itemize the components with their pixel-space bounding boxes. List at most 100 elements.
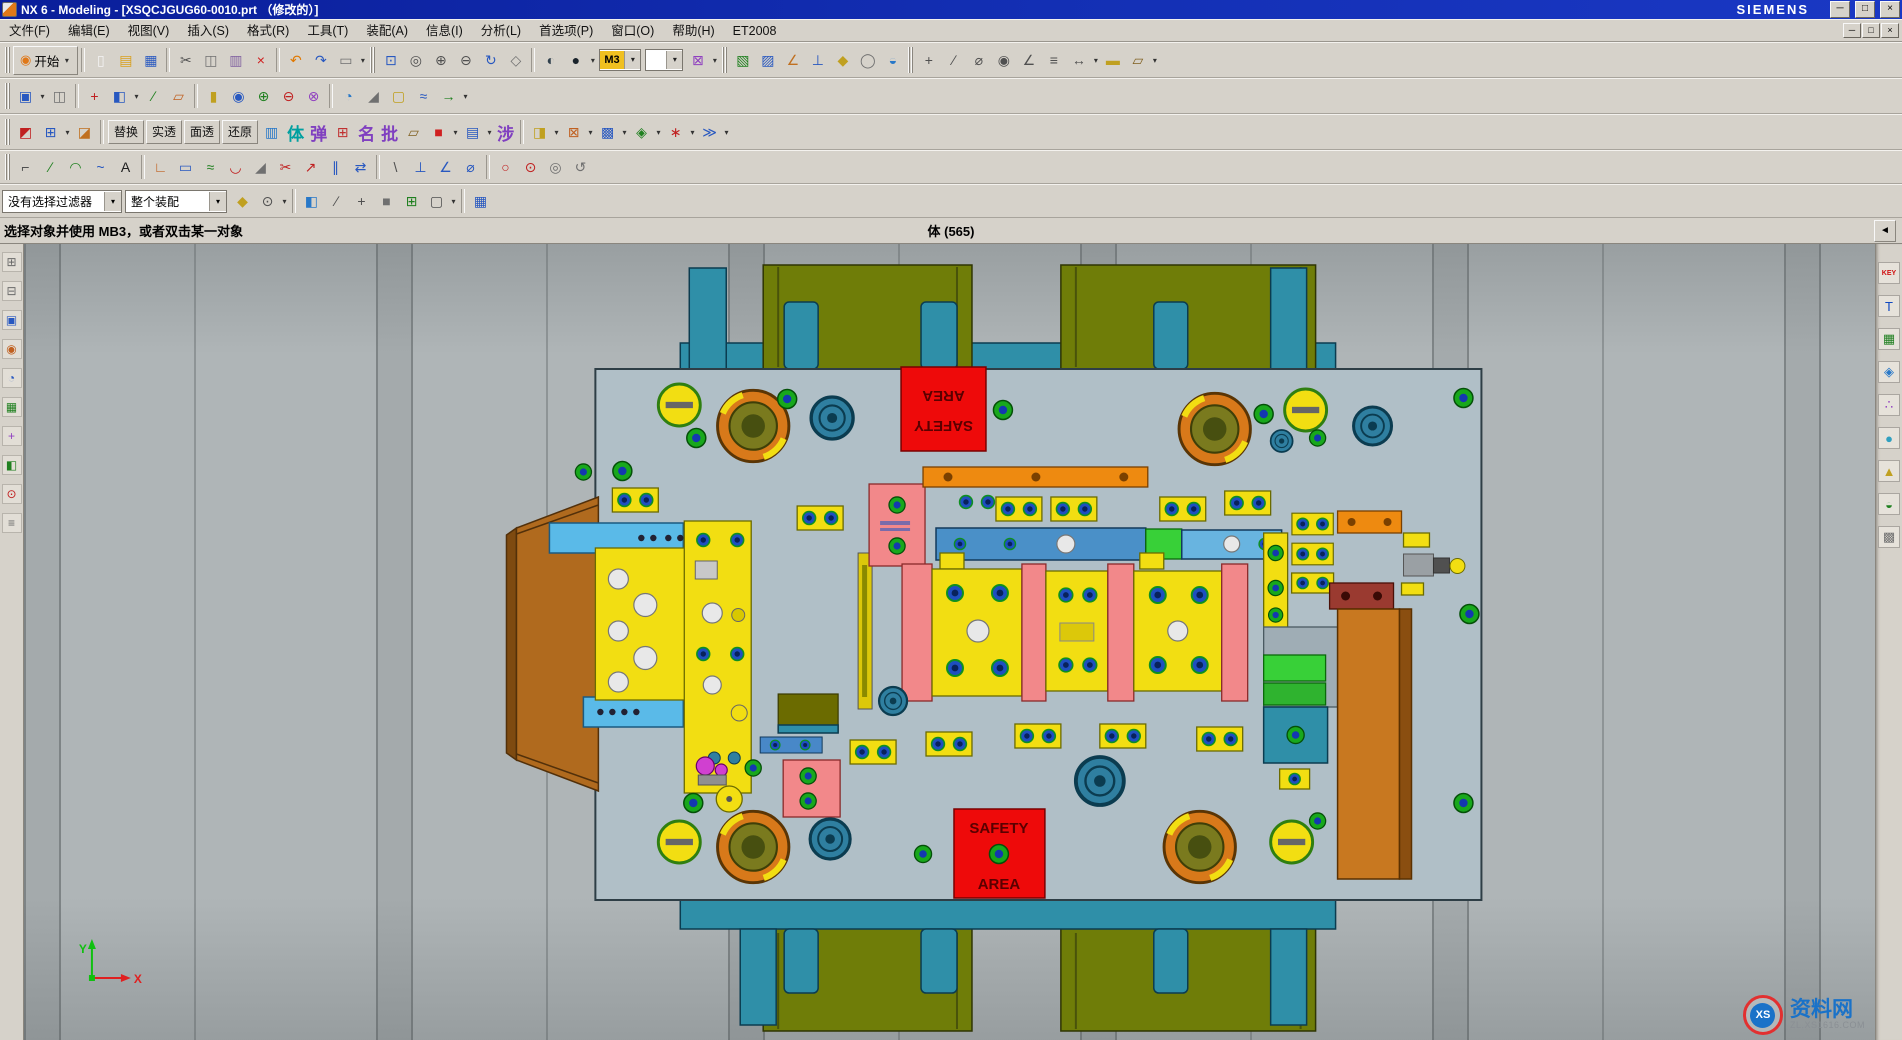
chevron-down-icon[interactable]: ▾ (104, 192, 121, 211)
menu-tools[interactable]: 工具(T) (298, 21, 357, 41)
magnet-icon[interactable]: ⊙ (255, 187, 280, 215)
menu-assemblies[interactable]: 装配(A) (357, 21, 417, 41)
safety-area-bottom[interactable]: SAFETY AREA (954, 809, 1045, 898)
cam-slide-bars[interactable] (936, 528, 1282, 560)
cone-icon[interactable]: ▲ (1878, 460, 1900, 482)
palettes-icon[interactable]: ≡ (2, 513, 22, 533)
shaded-view-icon[interactable]: ◐ (538, 46, 563, 74)
left-punch-plate[interactable] (595, 548, 687, 700)
cut-icon[interactable]: ✂ (173, 46, 198, 74)
refresh-sketch-icon[interactable]: ↺ (568, 153, 593, 181)
menu-window[interactable]: 窗口(O) (602, 21, 663, 41)
chevron-down-icon[interactable]: ▾ (722, 128, 731, 137)
snap-endpoint-icon[interactable]: ∕ (941, 46, 966, 74)
reuse-library-icon[interactable]: ◉ (2, 339, 22, 359)
orange-riser-block[interactable] (1338, 609, 1412, 879)
lock-icon[interactable]: ⊠ (561, 118, 586, 146)
template-icon[interactable]: T (1878, 295, 1900, 317)
measure-icon[interactable]: ↔ (1066, 46, 1091, 74)
view-layout-combo[interactable]: M3▾ (599, 49, 641, 71)
graphics-window[interactable]: SAFETY AREA SAFETY AREA Y (24, 244, 1875, 1040)
diameter-dimension-icon[interactable]: ⌀ (458, 153, 483, 181)
toolbar-grip[interactable] (5, 119, 10, 145)
select-vertex-icon[interactable]: + (349, 187, 374, 215)
chevron-down-icon[interactable]: ▾ (280, 197, 289, 206)
wade-tool-button[interactable]: 涉 (494, 120, 517, 145)
chevron-down-icon[interactable]: ▾ (654, 128, 663, 137)
zoom-out-icon[interactable]: ⊖ (453, 46, 478, 74)
text-icon[interactable]: A (113, 153, 138, 181)
perspective-icon[interactable]: ◇ (503, 46, 528, 74)
snap-angle-icon[interactable]: ∠ (1016, 46, 1041, 74)
roles-icon[interactable]: ⊙ (2, 484, 22, 504)
show-hide-icon[interactable]: ◯ (855, 46, 880, 74)
red-grid-icon[interactable]: ⊞ (330, 118, 355, 146)
sketch-icon[interactable]: ▱ (166, 82, 191, 110)
subtract-icon[interactable]: ⊖ (276, 82, 301, 110)
chevron-down-icon[interactable]: ▾ (38, 92, 47, 101)
chevron-down-icon[interactable]: ▾ (451, 128, 460, 137)
chevron-down-icon[interactable]: ▾ (688, 128, 697, 137)
menu-help[interactable]: 帮助(H) (663, 21, 723, 41)
spring-tool-button[interactable]: 弹 (307, 120, 330, 145)
snap-center-icon[interactable]: ⌀ (966, 46, 991, 74)
sphere-icon[interactable]: ● (1878, 427, 1900, 449)
offset-icon[interactable]: ∥ (323, 153, 348, 181)
annotation-icon[interactable]: ▱ (1125, 46, 1150, 74)
move-object-icon[interactable]: → (436, 82, 461, 110)
chevron-down-icon[interactable]: ▾ (588, 56, 597, 65)
doc-restore-button[interactable]: □ (1862, 23, 1880, 38)
edge-blend-icon[interactable]: ◔ (336, 82, 361, 110)
render-style-icon[interactable]: ● (563, 46, 588, 74)
chevron-down-icon[interactable]: ▾ (63, 128, 72, 137)
library-icon[interactable]: ◈ (629, 118, 654, 146)
materials-icon[interactable]: ▦ (2, 397, 22, 417)
sequence-icon[interactable]: ≫ (697, 118, 722, 146)
manufacturing-icon[interactable]: ◧ (2, 455, 22, 475)
chamfer-icon[interactable]: ◢ (361, 82, 386, 110)
chevron-down-icon[interactable]: ▾ (1150, 56, 1159, 65)
repeat-command-icon[interactable]: ▭ (333, 46, 358, 74)
extend-icon[interactable]: ↗ (298, 153, 323, 181)
blue-gem-icon[interactable]: ◈ (1878, 361, 1900, 383)
menu-file[interactable]: 文件(F) (0, 21, 59, 41)
rotate-view-icon[interactable]: ↻ (478, 46, 503, 74)
restore-button[interactable]: 还原 (222, 120, 258, 144)
select-component-icon[interactable]: ⊞ (399, 187, 424, 215)
toolbar-grip[interactable] (370, 47, 375, 73)
datum-axis-icon[interactable]: ∕ (141, 82, 166, 110)
part-navigator-icon[interactable]: ▣ (2, 310, 22, 330)
histogram-icon[interactable]: ▥ (259, 118, 284, 146)
upper-stripper-block[interactable] (869, 484, 925, 566)
cad-model[interactable]: SAFETY AREA SAFETY AREA Y (24, 244, 1875, 1040)
select-body-icon[interactable]: ■ (374, 187, 399, 215)
snap-enable-icon[interactable]: ◆ (230, 187, 255, 215)
key-icon[interactable]: KEY (1878, 262, 1900, 284)
redo-icon[interactable]: ↷ (308, 46, 333, 74)
explode-icon[interactable]: ∗ (663, 118, 688, 146)
window-icon[interactable]: ▣ (13, 82, 38, 110)
spline-icon[interactable]: ~ (88, 153, 113, 181)
object-color-combo[interactable]: ▾ (645, 49, 683, 71)
assembly-constraints-icon[interactable]: ⊞ (38, 118, 63, 146)
doc-minimize-button[interactable]: ─ (1843, 23, 1861, 38)
layer-settings-icon[interactable]: ▧ (730, 46, 755, 74)
body-tool-button[interactable]: 体 (284, 120, 307, 145)
replace-button[interactable]: 替换 (108, 120, 144, 144)
display-mode-icon[interactable]: ◩ (13, 118, 38, 146)
chamfer-sketch-icon[interactable]: ◢ (248, 153, 273, 181)
circle-icon[interactable]: ○ (493, 153, 518, 181)
safety-area-top[interactable]: SAFETY AREA (901, 367, 986, 451)
zoom-icon[interactable]: ◎ (403, 46, 428, 74)
lower-die-shoes[interactable] (680, 899, 1335, 1031)
mold-tool-icon[interactable]: ▩ (595, 118, 620, 146)
center-punch-column[interactable] (684, 521, 751, 793)
quick-trim-icon[interactable]: \ (383, 153, 408, 181)
menu-insert[interactable]: 插入(S) (178, 21, 238, 41)
chevron-down-icon[interactable]: ▾ (358, 56, 367, 65)
corner-icon[interactable]: ∟ (148, 153, 173, 181)
minimize-button[interactable]: ─ (1830, 1, 1850, 18)
upper-die-shoes[interactable] (680, 265, 1335, 369)
ruler-icon[interactable]: ▬ (1100, 46, 1125, 74)
chevron-down-icon[interactable]: ▾ (449, 197, 458, 206)
